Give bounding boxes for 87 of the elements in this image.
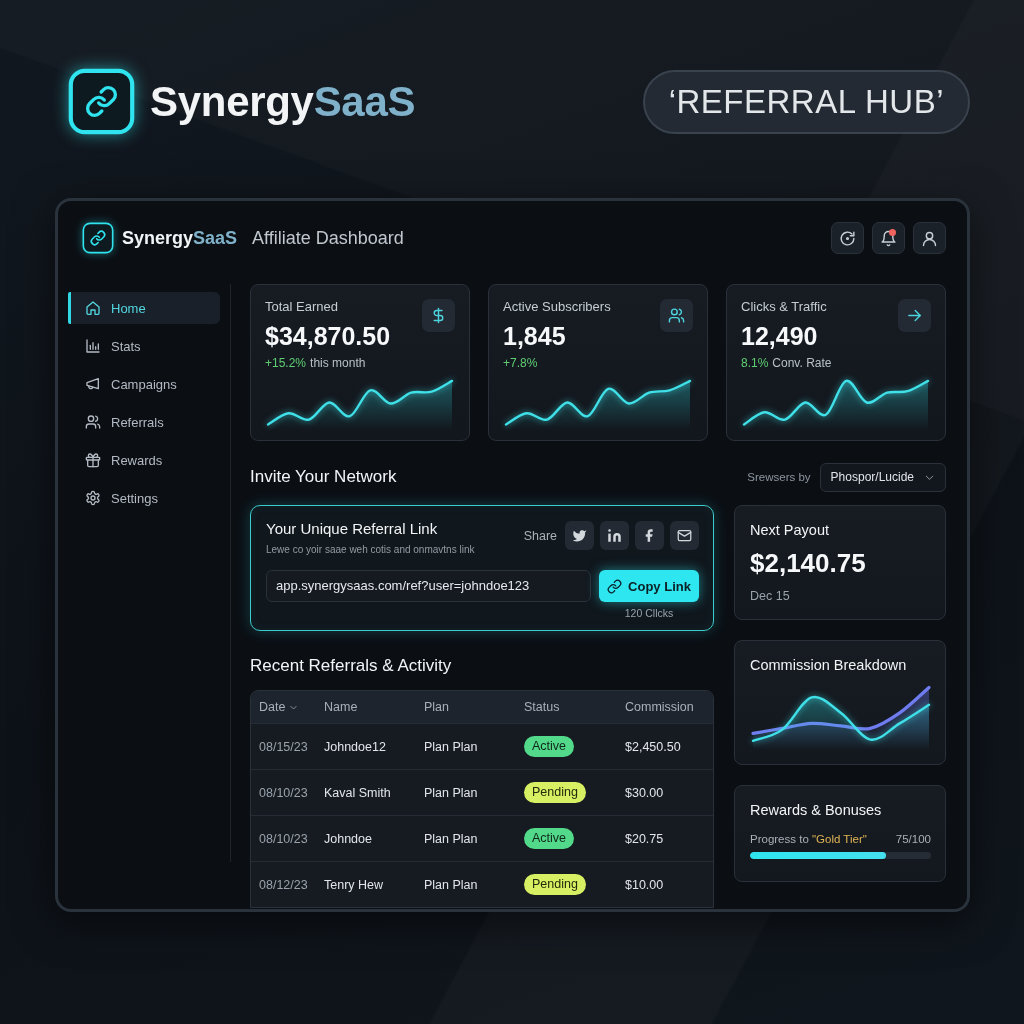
- column-header: Plan: [424, 700, 450, 714]
- table-cell: Plan Plan: [424, 785, 478, 800]
- logo-icon: [68, 68, 135, 135]
- card-title: Commission Breakdown: [750, 656, 908, 674]
- payout-amount: $2,140.75: [750, 548, 867, 578]
- click-count: 120 Cllcks: [624, 606, 674, 620]
- column-header[interactable]: Date: [259, 700, 299, 714]
- card-title: Rewards & Bonuses: [750, 801, 883, 819]
- sidebar-item[interactable]: Stats: [68, 330, 220, 362]
- title-badge: ‘REFERRAL HUB’: [642, 69, 970, 134]
- notifications-button[interactable]: [872, 222, 905, 254]
- table-cell: Tenry Hew: [324, 877, 384, 892]
- profile-button[interactable]: [913, 222, 946, 254]
- sidebar-item[interactable]: Settings: [68, 482, 220, 514]
- filter-dropdown[interactable]: Phospor/Lucide: [819, 462, 946, 492]
- brand-name: SynergySaaS: [122, 227, 238, 249]
- section-heading: Invite Your Network: [250, 467, 397, 487]
- share-button[interactable]: [600, 521, 629, 550]
- status-badge: Active: [524, 828, 575, 849]
- progress-reading: 75/100: [895, 832, 931, 846]
- card-subtitle: Lewe co yoir saae weh cotis and onmavtns link: [266, 543, 475, 557]
- table-cell: 08/10/23: [259, 831, 308, 846]
- envelope-icon: [677, 528, 692, 543]
- bell-icon: [880, 229, 897, 247]
- status-badge: Active: [524, 736, 575, 757]
- card-title: Your Unique Referral Link: [266, 520, 439, 538]
- payout-date: Dec 15: [750, 588, 791, 604]
- copy-link-button[interactable]: Copy Link: [599, 570, 699, 602]
- linkedin-icon: [607, 528, 622, 543]
- stat-value: $34,870.50: [265, 321, 391, 351]
- sidebar-item[interactable]: Campaigns: [68, 368, 220, 400]
- stat-label: Total Earned: [265, 299, 339, 315]
- section-heading: Recent Referrals & Activity: [250, 655, 453, 677]
- brand-name: SynergySaaS: [150, 77, 416, 126]
- table-cell: 08/12/23: [259, 877, 308, 892]
- table-cell: $2,450.50: [625, 739, 681, 754]
- stat-label: Clicks & Traffic: [741, 299, 828, 315]
- megaphone-icon: [85, 376, 101, 392]
- table-cell: Johndoe: [324, 831, 372, 846]
- table-cell: Johndoe12: [324, 739, 386, 754]
- arrow-right-icon: [906, 307, 923, 324]
- change-note: Conv. Rate: [772, 355, 832, 371]
- refresh-button[interactable]: [831, 222, 864, 254]
- filter-label: Srewsers by: [747, 471, 811, 483]
- users-icon: [668, 307, 685, 324]
- referral-link-field[interactable]: app.synergysaas.com/ref?user=johndoe123: [266, 570, 591, 602]
- user-icon: [921, 229, 938, 247]
- status-badge: Pending: [524, 782, 586, 803]
- stat-value: 1,845: [503, 321, 567, 351]
- stat-value: 12,490: [741, 321, 819, 351]
- table-cell: Kaval Smith: [324, 785, 391, 800]
- share-button[interactable]: [565, 521, 594, 550]
- status-badge: Pending: [524, 874, 586, 895]
- table-cell: Plan Plan: [424, 877, 478, 892]
- link-icon: [607, 578, 623, 594]
- stat-label: Active Subscribers: [503, 299, 611, 315]
- table-cell: $30.00: [625, 785, 664, 800]
- sidebar-item[interactable]: Referrals: [68, 406, 220, 438]
- table-cell: $20.75: [625, 831, 664, 846]
- change-note: this month: [310, 355, 366, 371]
- gear-icon: [85, 490, 101, 506]
- sidebar-item[interactable]: Home: [68, 292, 220, 324]
- sidebar-item[interactable]: Rewards: [68, 444, 220, 476]
- logo-icon: [82, 222, 114, 254]
- column-header: Commission: [625, 700, 694, 714]
- home-icon: [85, 300, 101, 316]
- change-value: +15.2%: [265, 355, 307, 371]
- column-header: Status: [524, 700, 560, 714]
- card-title: Next Payout: [750, 521, 830, 539]
- column-header: Name: [324, 700, 358, 714]
- table-cell: 08/15/23: [259, 739, 308, 754]
- bar-chart-icon: [85, 338, 101, 354]
- dashboard-title: Affiliate Dashboard: [252, 227, 404, 249]
- gift-icon: [85, 452, 101, 468]
- share-button[interactable]: [635, 521, 664, 550]
- table-cell: 08/10/23: [259, 785, 308, 800]
- users-icon: [85, 414, 101, 430]
- table-cell: Plan Plan: [424, 831, 478, 846]
- change-value: 8.1%: [741, 355, 769, 371]
- progress-label: Progress to "Gold Tier": [750, 832, 867, 846]
- share-label: Share: [523, 528, 557, 543]
- table-cell: Plan Plan: [424, 739, 478, 754]
- share-button[interactable]: [670, 521, 699, 550]
- twitter-icon: [572, 528, 587, 543]
- change-value: +7.8%: [503, 355, 538, 371]
- table-cell: $10.00: [625, 877, 664, 892]
- circular-arrow-icon: [839, 229, 856, 247]
